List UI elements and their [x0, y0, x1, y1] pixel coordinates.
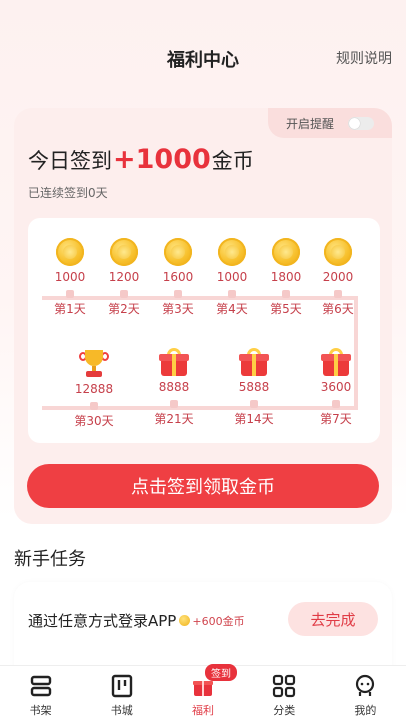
day-cell: 1800 第5天: [258, 238, 314, 317]
reward-value: 1200: [108, 270, 140, 284]
progress-node: [250, 400, 258, 408]
nav-item-welfare[interactable]: 签到 福利: [162, 664, 243, 722]
rules-link[interactable]: 规则说明: [336, 48, 392, 68]
progress-node: [66, 290, 74, 298]
checkin-headline: 今日签到 +1000 金币: [28, 144, 254, 175]
day-cell: 12888 第30天: [66, 348, 122, 429]
reward-value: 1800: [270, 270, 302, 284]
reward-value: 1000: [216, 270, 248, 284]
task-row: 通过任意方式登录APP +600金币: [28, 610, 245, 631]
nav-item-category[interactable]: 分类: [244, 666, 325, 722]
reward-value: 1000: [54, 270, 86, 284]
gift-icon: [320, 348, 352, 376]
day-cell: 1000 第1天: [42, 238, 98, 317]
coin-icon: [324, 238, 352, 266]
day-cell: 1600 第3天: [150, 238, 206, 317]
profile-icon: [356, 674, 375, 696]
trophy-icon: [78, 348, 110, 378]
day-label: 第4天: [216, 302, 248, 316]
task-reward-amount: +600金币: [192, 614, 245, 628]
day-label: 第5天: [270, 302, 302, 316]
day-cell: 2000 第6天: [310, 238, 366, 317]
progress-node: [228, 290, 236, 298]
day-label: 第21天: [154, 412, 194, 426]
reward-value: 5888: [238, 380, 270, 394]
task-description: 通过任意方式登录APP: [28, 612, 177, 630]
day-cell: 3600 第7天: [308, 348, 364, 427]
nav-label: 我的: [354, 704, 377, 717]
nav-label: 福利: [192, 704, 214, 717]
progress-node: [170, 400, 178, 408]
day-label: 第7天: [320, 412, 352, 426]
remind-toggle[interactable]: [348, 117, 374, 130]
bookstore-icon: [111, 674, 132, 698]
nav-label: 书城: [110, 704, 133, 717]
reward-value: 2000: [322, 270, 354, 284]
remind-label: 开启提醒: [286, 116, 335, 131]
bookshelf-icon: [30, 675, 51, 697]
nav-item-bookstore[interactable]: 书城: [81, 666, 162, 722]
checkin-button[interactable]: 点击签到领取金币: [27, 464, 379, 508]
coin-icon: [272, 238, 300, 266]
headline-prefix: 今日签到: [28, 149, 112, 173]
gift-icon: [158, 348, 190, 376]
nav-label: 书架: [29, 704, 52, 717]
nav-label: 分类: [273, 704, 296, 717]
progress-node: [282, 290, 290, 298]
checkin-card: 开启提醒 今日签到 +1000 金币 已连续签到0天 1000 第1天 1200…: [14, 108, 392, 524]
day-cell: 8888 第21天: [146, 348, 202, 427]
nav-item-bookshelf[interactable]: 书架: [0, 666, 81, 722]
remind-toggle-row[interactable]: 开启提醒: [268, 108, 392, 138]
day-label: 第3天: [162, 302, 194, 316]
bottom-nav: 书架 书城 签到 福利 分类 我的: [0, 664, 406, 722]
day-label: 第1天: [54, 302, 86, 316]
progress-node: [90, 402, 98, 410]
day-cell: 1200 第2天: [96, 238, 152, 317]
day-cell: 5888 第14天: [226, 348, 282, 427]
reward-value: 1600: [162, 270, 194, 284]
progress-node: [334, 290, 342, 298]
day-label: 第14天: [234, 412, 274, 426]
progress-node: [120, 290, 128, 298]
reward-value: 3600: [320, 380, 352, 394]
nav-item-profile[interactable]: 我的: [325, 666, 406, 722]
headline-suffix: 金币: [211, 149, 254, 173]
checkin-badge: 签到: [205, 664, 237, 681]
reward-value: 8888: [158, 380, 190, 394]
progress-node: [332, 400, 340, 408]
coin-icon: [164, 238, 192, 266]
reward-value: 12888: [74, 382, 114, 396]
header: 福利中心 规则说明: [0, 0, 406, 115]
day-label: 第2天: [108, 302, 140, 316]
gift-icon: [238, 348, 270, 376]
checkin-calendar: 1000 第1天 1200 第2天 1600 第3天 1000 第4天 1800…: [28, 218, 380, 443]
category-grid-icon: [273, 674, 296, 698]
coin-icon: [179, 615, 191, 626]
coin-icon: [218, 238, 246, 266]
progress-node: [174, 290, 182, 298]
coin-icon: [110, 238, 138, 266]
section-title-newbie-tasks: 新手任务: [14, 549, 86, 570]
task-reward: +600金币: [179, 613, 245, 629]
streak-text: 已连续签到0天: [28, 186, 108, 200]
day-label: 第6天: [322, 302, 354, 316]
day-cell: 1000 第4天: [204, 238, 260, 317]
task-complete-button[interactable]: 去完成: [288, 602, 378, 636]
coin-icon: [56, 238, 84, 266]
headline-amount: +1000: [113, 144, 211, 175]
day-label: 第30天: [74, 414, 114, 428]
